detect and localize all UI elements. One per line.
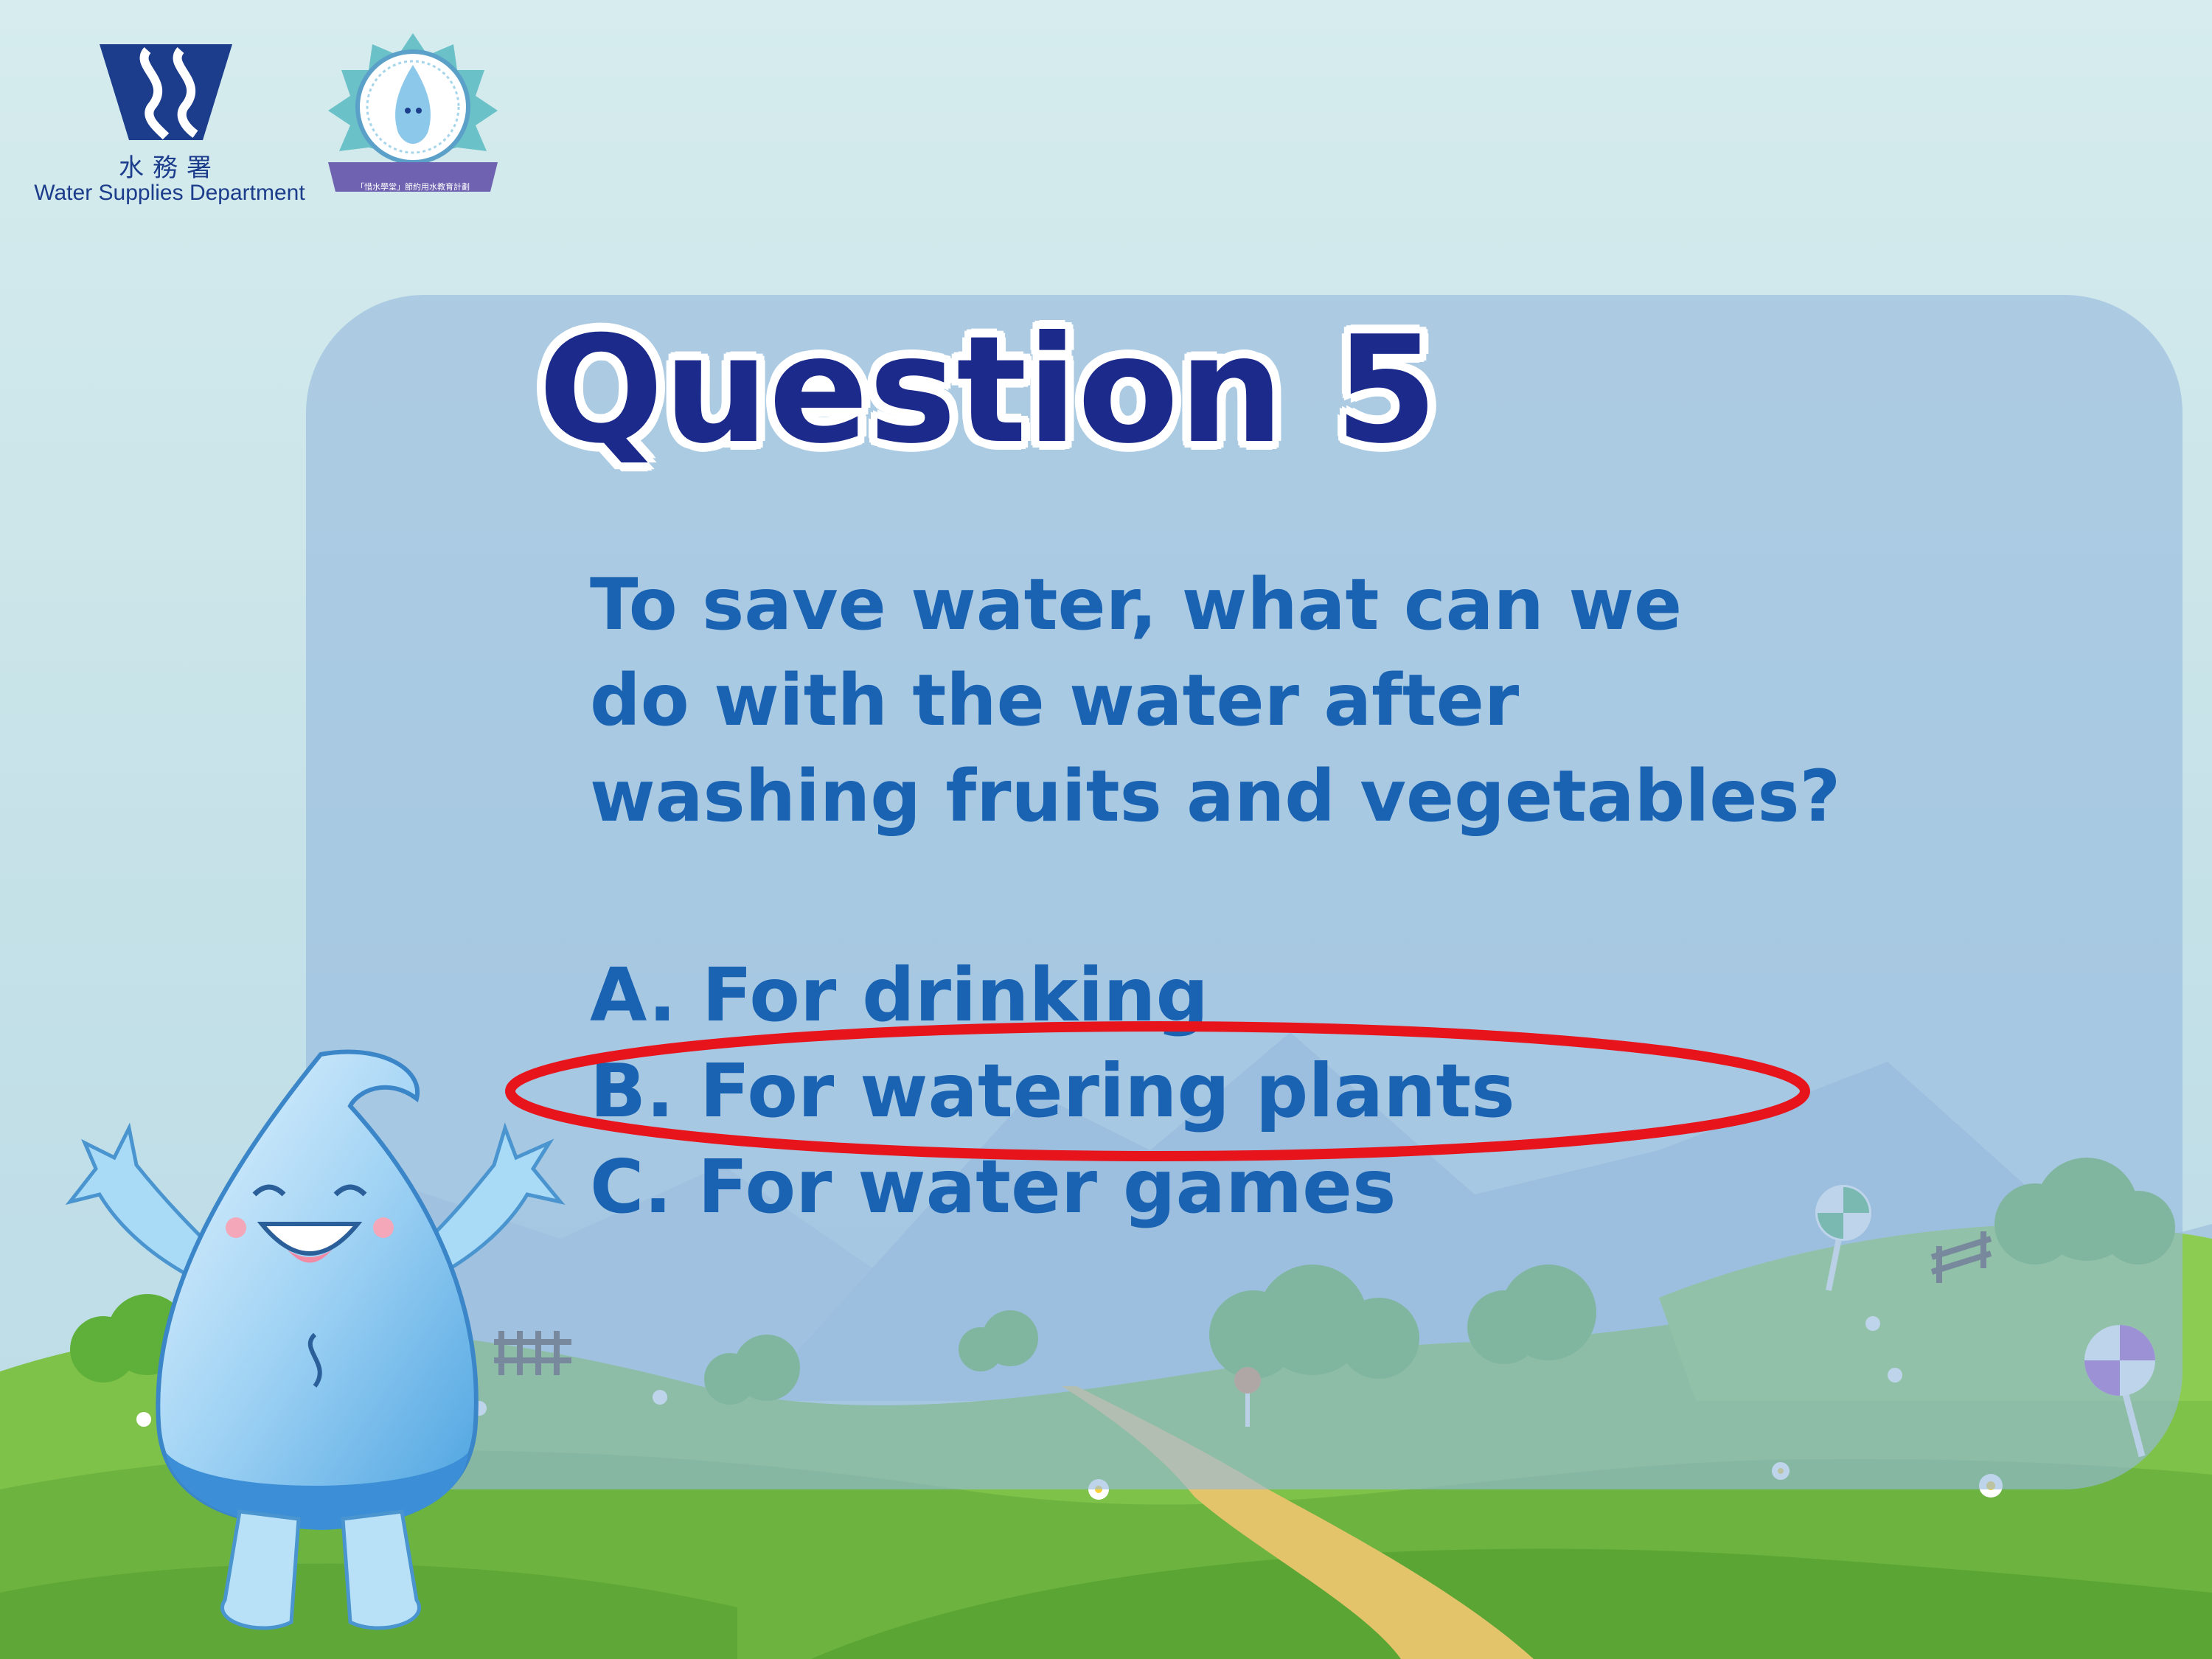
question-line: To save water, what can we xyxy=(590,563,1683,646)
question-title: Question 5 xyxy=(538,305,1438,476)
wsd-logo-icon xyxy=(100,44,232,140)
question-line: do with the water after xyxy=(590,659,1520,742)
correct-answer-highlight xyxy=(505,1021,1810,1161)
question-line: washing fruits and vegetables? xyxy=(590,755,1841,838)
quiz-slide: 水務署 Water Supplies Department 「惜水學堂」節約用水… xyxy=(0,0,2212,1659)
org-name-en: Water Supplies Department xyxy=(34,181,305,205)
water-drop-badge-icon xyxy=(328,33,498,192)
badge-text: 「惜水學堂」節約用水教育計劃 xyxy=(356,182,470,192)
water-drop-mascot-icon xyxy=(65,1049,566,1630)
org-name-cn: 水務署 xyxy=(119,153,220,183)
question-text: To save water, what can we do with the w… xyxy=(590,557,2175,844)
wsd-logo: 水務署 Water Supplies Department xyxy=(29,37,310,214)
campaign-badge: 「惜水學堂」節約用水教育計劃 xyxy=(313,29,512,206)
